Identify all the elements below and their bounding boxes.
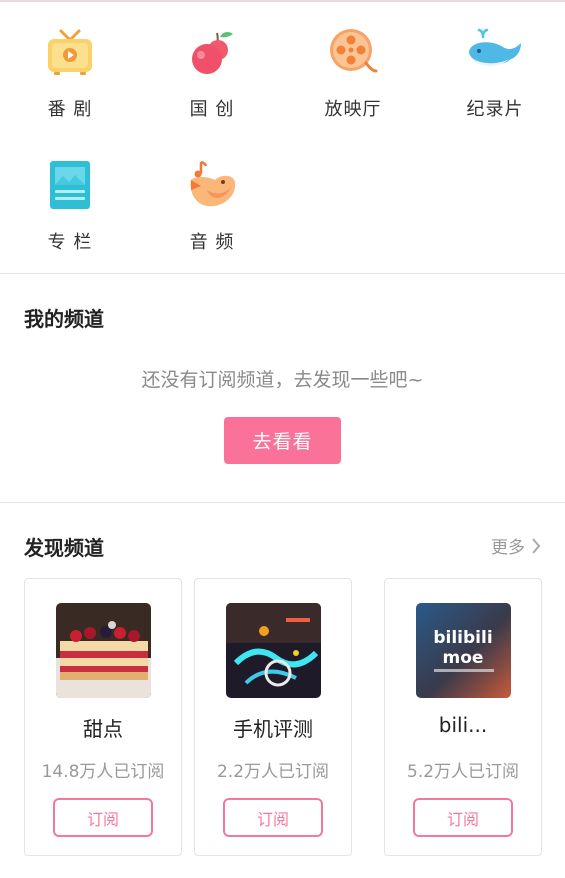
more-link[interactable]: 更多: [491, 533, 541, 558]
category-guochuang[interactable]: 国 创: [162, 27, 262, 121]
channel-card[interactable]: 手机评测 2.2万人已订阅 订阅: [194, 578, 352, 856]
subscribe-button[interactable]: 订阅: [53, 798, 153, 837]
section-divider: [0, 502, 565, 503]
channel-card[interactable]: 甜点 14.8万人已订阅 订阅: [24, 578, 182, 856]
subscribe-button[interactable]: 订阅: [223, 798, 323, 837]
thumbnail-text: moe: [443, 648, 484, 668]
tv-icon: [48, 29, 92, 75]
channel-name: 手机评测: [233, 717, 313, 741]
channel-name: bili...: [438, 713, 488, 737]
category-label: 纪录片: [466, 99, 524, 120]
section-divider: [0, 273, 565, 274]
whale-icon: [469, 28, 521, 67]
subscriber-count: 5.2万人已订阅: [406, 762, 520, 782]
bilibili-moe-thumbnail: bilibili moe: [416, 603, 511, 698]
category-cinema[interactable]: 放映厅: [303, 27, 403, 121]
article-icon: [50, 161, 90, 209]
category-label: 放映厅: [324, 99, 382, 120]
go-discover-button[interactable]: 去看看: [224, 417, 341, 464]
discover-channels-title: 发现频道: [24, 536, 104, 560]
peach-icon: [192, 32, 233, 74]
category-documentary[interactable]: 纪录片: [445, 27, 545, 121]
chevron-right-icon: [532, 537, 541, 554]
my-channels-title: 我的频道: [24, 307, 104, 331]
phone-review-thumbnail: [226, 603, 321, 698]
channel-card[interactable]: bilibili moe bili... 5.2万人已订阅 订阅: [384, 578, 542, 856]
subscriber-count: 14.8万人已订阅: [41, 762, 165, 782]
channel-name: 甜点: [83, 717, 123, 741]
film-reel-icon: [330, 29, 378, 73]
subscriber-count: 2.2万人已订阅: [216, 762, 330, 782]
category-audio[interactable]: 音 频: [162, 160, 262, 254]
category-column[interactable]: 专 栏: [20, 160, 120, 254]
category-label: 国 创: [189, 99, 235, 120]
category-bangumi[interactable]: 番 剧: [20, 27, 120, 121]
thumbnail-text: bilibili: [433, 628, 492, 648]
category-label: 音 频: [189, 232, 235, 253]
category-label: 番 剧: [47, 99, 93, 120]
dessert-thumbnail: [56, 603, 151, 698]
bird-music-icon: [190, 160, 236, 207]
more-label: 更多: [491, 538, 525, 558]
subscribe-button[interactable]: 订阅: [413, 798, 513, 837]
empty-channels-message: 还没有订阅频道，去发现一些吧~: [141, 369, 424, 391]
top-border: [0, 0, 565, 2]
category-label: 专 栏: [47, 232, 93, 253]
